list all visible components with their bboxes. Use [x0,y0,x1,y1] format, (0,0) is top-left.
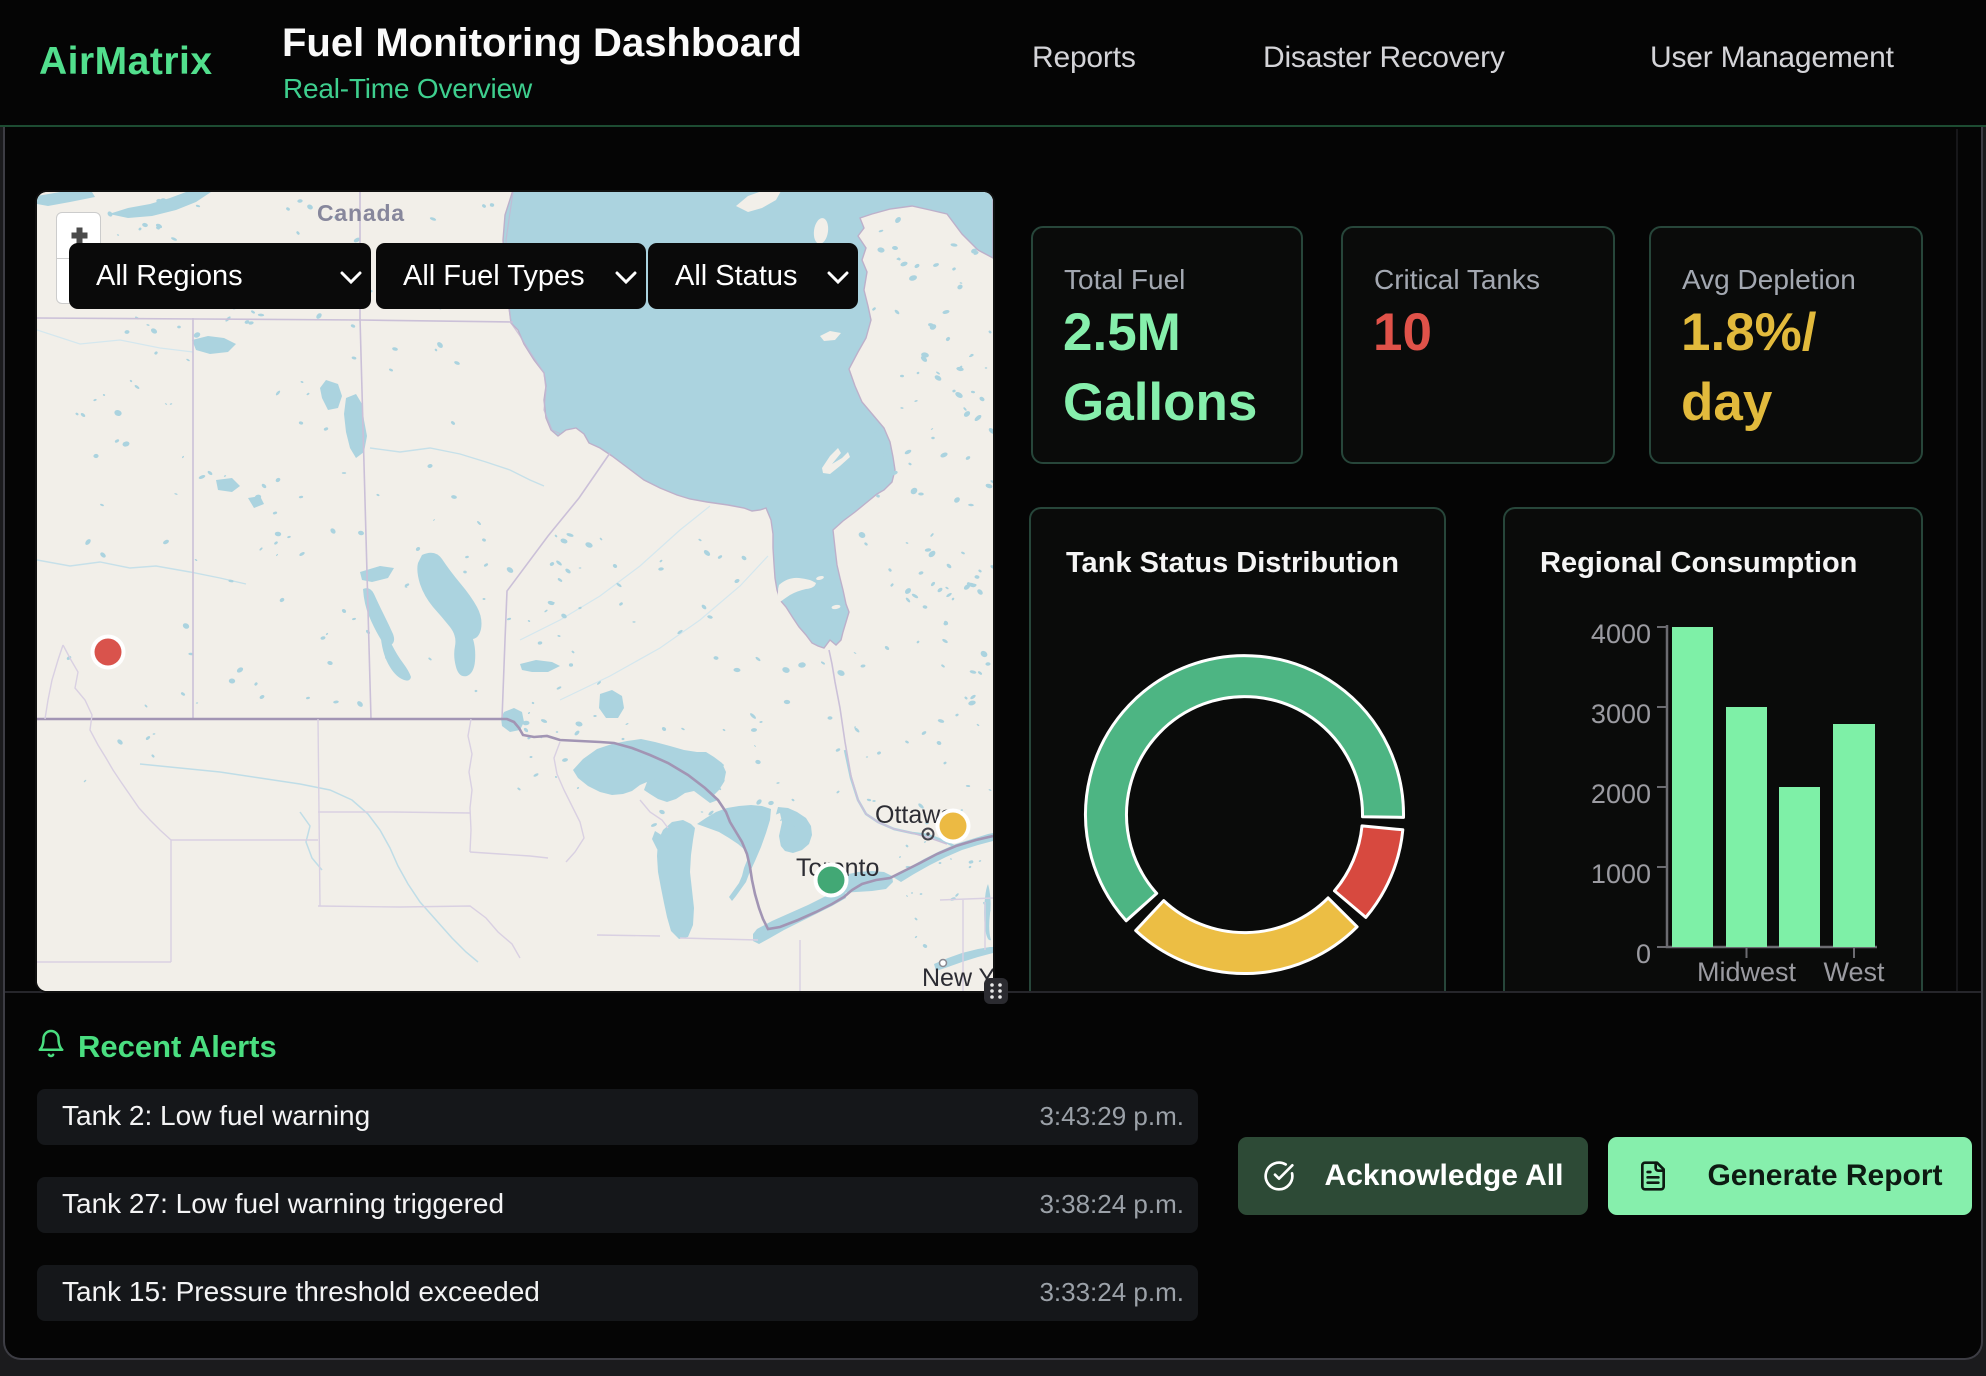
svg-text:New York: New York [922,964,993,991]
svg-text:1000: 1000 [1591,859,1651,889]
svg-text:Canada: Canada [317,200,405,226]
svg-text:2000: 2000 [1591,779,1651,809]
svg-text:West: West [1823,957,1885,987]
svg-text:3000: 3000 [1591,699,1651,729]
svg-text:4000: 4000 [1591,619,1651,649]
svg-text:Midwest: Midwest [1697,957,1797,987]
svg-text:0: 0 [1636,939,1651,969]
